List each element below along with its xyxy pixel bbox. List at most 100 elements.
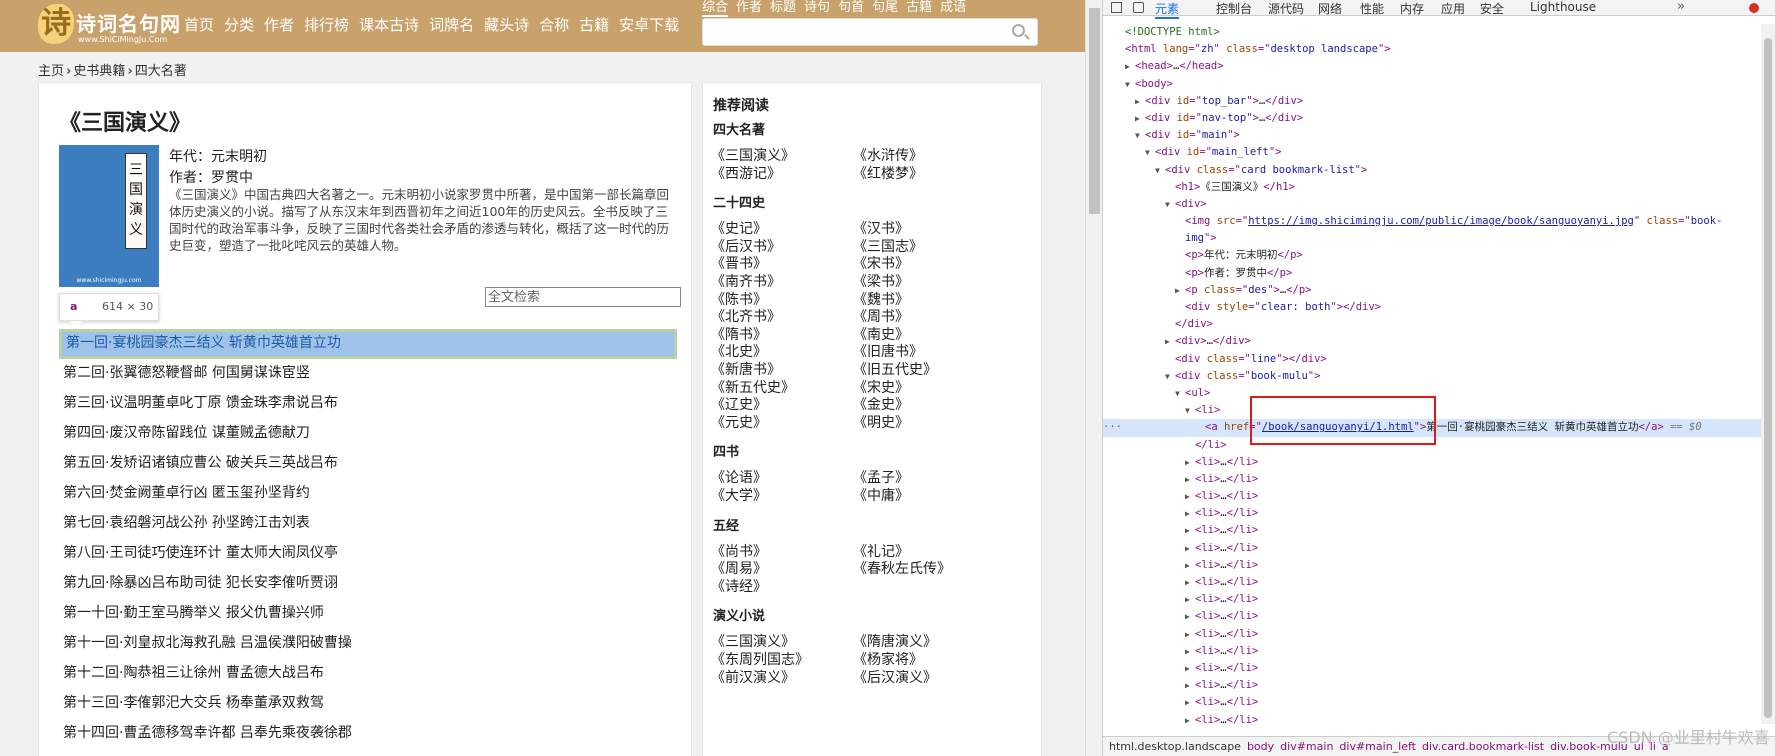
collapse-triangle-icon[interactable]: ▼ <box>1165 196 1175 213</box>
scrollbar-thumb[interactable] <box>1089 8 1100 214</box>
chapter-link[interactable]: 第七回·袁绍磐河战公孙 孙坚跨江击刘表 <box>59 509 677 539</box>
site-search-input[interactable] <box>702 18 1038 46</box>
dom-node[interactable]: ▼ <div> <box>1103 196 1763 213</box>
nav-link[interactable]: 词牌名 <box>429 14 474 35</box>
expand-triangle-icon[interactable]: ▶ <box>1185 660 1195 677</box>
recommend-book-link[interactable]: 《春秋左氏传》 <box>853 558 951 578</box>
chapter-link[interactable]: 第八回·王司徒巧使连环计 董太师大闹凤仪亭 <box>59 539 677 569</box>
devtools-tab[interactable]: 元素 <box>1155 0 1180 19</box>
recommend-book-link[interactable]: 《诗经》 <box>711 576 767 596</box>
recommend-book-link[interactable]: 《明史》 <box>853 412 909 432</box>
expand-triangle-icon[interactable]: ▶ <box>1175 282 1185 299</box>
nav-link[interactable]: 课本古诗 <box>359 14 419 35</box>
nav-link[interactable]: 古籍 <box>579 14 609 35</box>
recommend-book-link[interactable]: 《前汉演义》 <box>711 667 795 687</box>
expand-triangle-icon[interactable]: ▶ <box>1135 110 1145 127</box>
inspect-element-icon[interactable] <box>1111 2 1122 13</box>
dom-node[interactable]: ▶ <p class="des">…</p> <box>1103 282 1763 299</box>
breadcrumb-link[interactable]: 四大名著 <box>135 64 187 79</box>
nav-link[interactable]: 分类 <box>224 14 254 35</box>
devtools-crumb[interactable]: div.card.bookmark-list <box>1422 740 1544 753</box>
expand-triangle-icon[interactable]: ▶ <box>1185 643 1195 660</box>
collapse-triangle-icon[interactable]: ▼ <box>1135 127 1145 144</box>
expand-triangle-icon[interactable]: ▶ <box>1185 712 1195 729</box>
dom-node[interactable]: ▶ <li>…</li> <box>1103 643 1763 660</box>
dom-node[interactable]: ▶ <li>…</li> <box>1103 505 1763 522</box>
collapse-triangle-icon[interactable]: ▼ <box>1145 144 1155 161</box>
devtools-crumb[interactable]: div#main <box>1280 740 1333 753</box>
collapse-triangle-icon[interactable]: ▼ <box>1155 162 1165 179</box>
dom-node[interactable]: ▼ <div id="main_left"> <box>1103 144 1763 161</box>
nav-link[interactable]: 作者 <box>264 14 294 35</box>
expand-triangle-icon[interactable]: ▶ <box>1185 626 1195 643</box>
collapse-triangle-icon[interactable]: ▼ <box>1185 402 1195 419</box>
nav-link[interactable]: 安卓下载 <box>619 14 679 35</box>
collapse-triangle-icon[interactable]: ▼ <box>1175 385 1185 402</box>
search-tab[interactable]: 诗句 <box>804 0 830 17</box>
recommend-book-link[interactable]: 《元史》 <box>711 412 767 432</box>
chapter-link[interactable]: 第十三回·李傕郭汜大交兵 杨奉董承双救驾 <box>59 689 677 719</box>
chapter-link[interactable]: 第一回·宴桃园豪杰三结义 斩黄巾英雄首立功 <box>59 329 677 359</box>
search-tab[interactable]: 综合 <box>702 0 729 17</box>
nav-link[interactable]: 首页 <box>184 14 214 35</box>
expand-triangle-icon[interactable]: ▶ <box>1185 471 1195 488</box>
dom-node[interactable]: <p>年代：元末明初</p> <box>1103 247 1763 264</box>
site-logo[interactable]: 诗 诗词名句网 www.ShiCiMingJu.Com <box>38 4 180 46</box>
dom-node[interactable]: ▶ <li>…</li> <box>1103 608 1763 625</box>
expand-triangle-icon[interactable]: ▶ <box>1185 677 1195 694</box>
chapter-link[interactable]: 第二回·张翼德怒鞭督邮 何国舅谋诛宦竖 <box>59 359 677 389</box>
devtools-tab[interactable]: 内存 <box>1400 0 1424 17</box>
dom-node[interactable]: ▶ <li>…</li> <box>1103 454 1763 471</box>
nav-link[interactable]: 排行榜 <box>304 14 349 35</box>
recommend-book-link[interactable]: 《红楼梦》 <box>853 163 923 183</box>
search-tab[interactable]: 句首 <box>838 0 864 17</box>
devtools-tab[interactable]: 源代码 <box>1268 0 1304 17</box>
dom-node[interactable]: ▶ <li>…</li> <box>1103 677 1763 694</box>
dom-node[interactable]: ▶ <li>…</li> <box>1103 488 1763 505</box>
dom-node[interactable]: ▶ <div id="top_bar">…</div> <box>1103 93 1763 110</box>
collapse-triangle-icon[interactable]: ▼ <box>1165 368 1175 385</box>
dom-node[interactable]: ▶ <head>…</head> <box>1103 58 1763 75</box>
error-count-icon[interactable] <box>1749 3 1759 13</box>
dom-node[interactable]: ▶ <li>…</li> <box>1103 471 1763 488</box>
expand-triangle-icon[interactable]: ▶ <box>1185 694 1195 711</box>
dom-node[interactable]: <img src="https://img.shicimingju.com/pu… <box>1103 213 1763 230</box>
devtools-tab[interactable]: 网络 <box>1318 0 1342 17</box>
dom-node[interactable]: ▶ <li>…</li> <box>1103 694 1763 711</box>
dom-node[interactable]: ▶ <li>…</li> <box>1103 660 1763 677</box>
search-tab[interactable]: 成语 <box>940 0 966 17</box>
devtools-tab[interactable]: 应用 <box>1441 0 1465 17</box>
devtools-tab[interactable]: Lighthouse <box>1530 0 1596 14</box>
expand-triangle-icon[interactable]: ▶ <box>1185 591 1195 608</box>
devtools-crumb[interactable]: html.desktop.landscape <box>1109 740 1241 753</box>
scrollbar-thumb[interactable] <box>1764 38 1772 718</box>
nav-link[interactable]: 合称 <box>539 14 569 35</box>
expand-triangle-icon[interactable]: ▶ <box>1135 93 1145 110</box>
search-icon[interactable] <box>1012 24 1025 37</box>
dom-node[interactable]: </div> <box>1103 316 1763 333</box>
search-tab[interactable]: 古籍 <box>906 0 932 17</box>
devtools-tab[interactable]: 安全 <box>1480 0 1504 17</box>
chapter-link[interactable]: 第三回·议温明董卓叱丁原 馈金珠李肃说吕布 <box>59 389 677 419</box>
chapter-link[interactable]: 第四回·废汉帝陈留践位 谋董贼孟德献刀 <box>59 419 677 449</box>
chapter-link[interactable]: 第十一回·刘皇叔北海救孔融 吕温侯濮阳破曹操 <box>59 629 677 659</box>
recommend-book-link[interactable]: 《大学》 <box>711 485 767 505</box>
chapter-link[interactable]: 第六回·焚金阙董卓行凶 匿玉玺孙坚背约 <box>59 479 677 509</box>
search-tab[interactable]: 作者 <box>736 0 762 17</box>
nav-link[interactable]: 藏头诗 <box>484 14 529 35</box>
dom-node[interactable]: ▶ <li>…</li> <box>1103 626 1763 643</box>
collapse-triangle-icon[interactable]: ▼ <box>1125 76 1135 93</box>
devtools-tab[interactable]: 控制台 <box>1216 0 1252 17</box>
devtools-scrollbar[interactable] <box>1761 24 1775 724</box>
dom-node[interactable]: <div style="clear: both"></div> <box>1103 299 1763 316</box>
expand-triangle-icon[interactable]: ▶ <box>1165 333 1175 350</box>
expand-triangle-icon[interactable]: ▶ <box>1125 58 1135 75</box>
dom-node[interactable]: <h1>《三国演义》</h1> <box>1103 179 1763 196</box>
devtools-crumb[interactable]: div#main_left <box>1339 740 1416 753</box>
dom-node[interactable]: ▶ <li>…</li> <box>1103 591 1763 608</box>
breadcrumb-link[interactable]: 主页 <box>38 64 64 79</box>
expand-triangle-icon[interactable]: ▶ <box>1185 540 1195 557</box>
recommend-book-link[interactable]: 《中庸》 <box>853 485 909 505</box>
fulltext-search-input[interactable] <box>485 287 681 307</box>
more-tabs-icon[interactable]: » <box>1677 0 1685 14</box>
